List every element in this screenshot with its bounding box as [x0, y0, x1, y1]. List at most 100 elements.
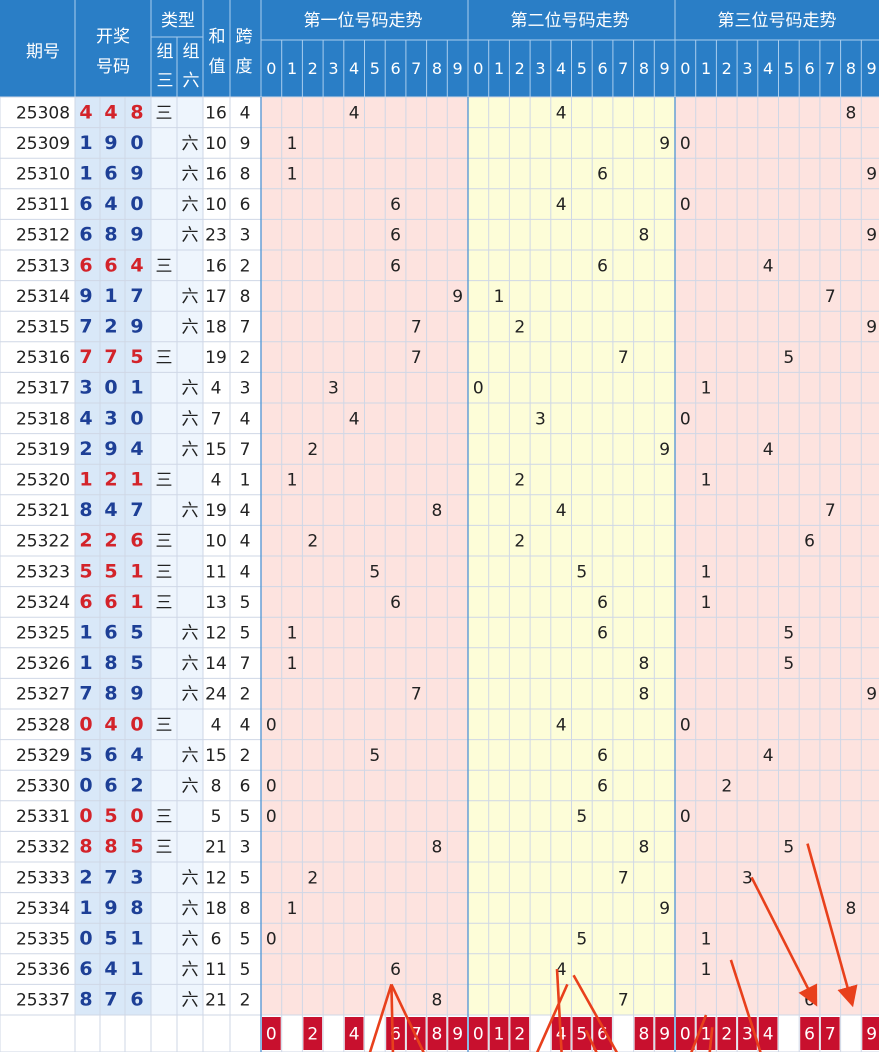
draw-digit: 0 [79, 805, 92, 827]
draw-digit: 9 [104, 438, 117, 460]
header-digit-label: 9 [867, 59, 877, 78]
draw-digit: 3 [104, 407, 117, 429]
type-z6-mark: 六 [182, 746, 199, 766]
draw-digit: 8 [104, 224, 117, 246]
trend-digit-mark: 6 [390, 960, 401, 980]
period-cell: 25331 [16, 807, 70, 827]
header-digit-label: 4 [349, 59, 359, 78]
draw-digit: 5 [79, 744, 92, 766]
draw-digit: 2 [104, 530, 117, 552]
header-type: 类型 [161, 11, 195, 31]
trend-digit-mark: 2 [307, 440, 318, 460]
period-cell: 25326 [16, 654, 70, 674]
draw-digit: 6 [79, 958, 92, 980]
draw-digit: 7 [79, 683, 92, 705]
header-digit-label: 4 [556, 59, 566, 78]
draw-digit: 1 [130, 377, 143, 399]
trend-digit-mark: 0 [266, 777, 277, 797]
draw-digit: 6 [79, 224, 92, 246]
period-cell: 25325 [16, 624, 70, 644]
trend-digit-mark: 5 [576, 807, 587, 827]
trend-digit-mark: 9 [659, 899, 670, 919]
trend-digit-mark: 1 [701, 593, 712, 613]
header-digit-label: 1 [287, 59, 297, 78]
span-cell: 5 [240, 868, 251, 888]
draw-digit: 3 [79, 377, 92, 399]
sum-cell: 16 [205, 165, 227, 185]
header-group-2: 第二位号码走势 [511, 11, 630, 31]
type-z3-mark: 三 [156, 715, 173, 735]
span-cell: 4 [240, 532, 251, 552]
type-z3-mark: 三 [156, 103, 173, 123]
trend-digit-mark: 3 [328, 379, 339, 399]
type-z6-mark: 六 [182, 501, 199, 521]
header-digit-label: 7 [411, 59, 421, 78]
draw-digit: 1 [79, 469, 92, 491]
period-cell: 25310 [16, 165, 70, 185]
draw-digit: 6 [79, 254, 92, 276]
type-z3-mark: 三 [156, 532, 173, 552]
sum-cell: 18 [205, 318, 227, 338]
type-z6-mark: 六 [182, 685, 199, 705]
pick-digit: 0 [473, 1025, 484, 1045]
sum-cell: 7 [211, 409, 222, 429]
sum-cell: 19 [205, 348, 227, 368]
draw-digit: 1 [79, 622, 92, 644]
trend-digit-mark: 9 [866, 318, 877, 338]
draw-digit: 5 [104, 805, 117, 827]
trend-digit-mark: 5 [783, 624, 794, 644]
draw-digit: 0 [130, 132, 143, 154]
draw-digit: 9 [130, 316, 143, 338]
trend-digit-mark: 4 [556, 501, 567, 521]
type-z6-mark: 六 [182, 195, 199, 215]
type-z6-mark: 六 [182, 134, 199, 154]
header-digit-label: 6 [390, 59, 400, 78]
draw-digit: 2 [104, 316, 117, 338]
draw-digit: 4 [130, 254, 143, 276]
trend-digit-mark: 1 [701, 930, 712, 950]
trend-digit-mark: 1 [287, 471, 298, 491]
header-draw-line2: 号码 [96, 57, 130, 77]
type-z6-mark: 六 [182, 624, 199, 644]
header-digit-label: 3 [328, 59, 338, 78]
trend-digit-mark: 4 [763, 256, 774, 276]
header-digit-label: 5 [577, 59, 587, 78]
trend-digit-mark: 6 [390, 195, 401, 215]
draw-digit: 5 [104, 560, 117, 582]
trend-digit-mark: 1 [287, 165, 298, 185]
sum-cell: 21 [205, 991, 227, 1011]
sum-cell: 18 [205, 899, 227, 919]
type-z3-mark: 三 [156, 256, 173, 276]
trend-digit-mark: 7 [411, 318, 422, 338]
header-digit-label: 2 [722, 59, 732, 78]
draw-digit: 0 [130, 407, 143, 429]
trend-digit-mark: 1 [494, 287, 505, 307]
type-z3-mark: 三 [156, 348, 173, 368]
trend-digit-mark: 8 [432, 838, 443, 858]
span-cell: 5 [240, 624, 251, 644]
trend-digit-mark: 0 [680, 134, 691, 154]
draw-digit: 5 [130, 836, 143, 858]
trend-digit-mark: 1 [701, 379, 712, 399]
type-z6-mark: 六 [182, 287, 199, 307]
type-z3-mark: 三 [156, 471, 173, 491]
trend-digit-mark: 4 [349, 103, 360, 123]
period-cell: 25334 [16, 899, 70, 919]
trend-digit-mark: 1 [287, 134, 298, 154]
trend-digit-mark: 5 [783, 654, 794, 674]
span-cell: 8 [240, 165, 251, 185]
draw-digit: 5 [79, 560, 92, 582]
period-cell: 25311 [16, 195, 70, 215]
trend-digit-mark: 7 [825, 501, 836, 521]
draw-digit: 7 [79, 316, 92, 338]
draw-digit: 8 [130, 101, 143, 123]
sum-cell: 13 [205, 593, 227, 613]
span-cell: 3 [240, 379, 251, 399]
draw-digit: 1 [130, 469, 143, 491]
draw-digit: 6 [104, 254, 117, 276]
draw-digit: 4 [79, 101, 92, 123]
draw-digit: 5 [130, 346, 143, 368]
header-digit-label: 5 [370, 59, 380, 78]
trend-digit-mark: 6 [597, 165, 608, 185]
type-z6-mark: 六 [182, 777, 199, 797]
